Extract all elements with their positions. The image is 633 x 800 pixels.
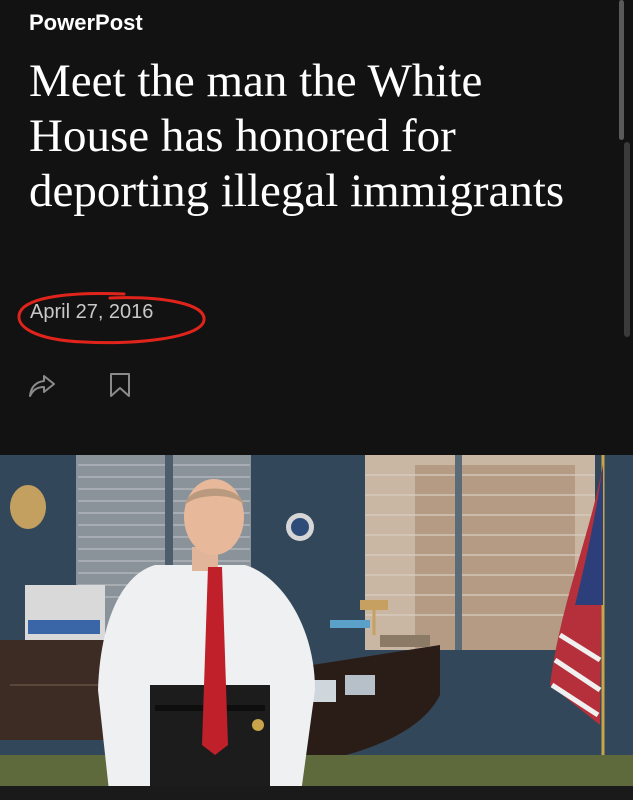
section-label[interactable]: PowerPost	[29, 10, 143, 36]
publish-date: April 27, 2016	[30, 301, 154, 323]
article-headline: Meet the man the White House has honored…	[29, 55, 565, 217]
bottom-bar	[0, 786, 633, 800]
article-photo	[0, 455, 633, 800]
bookmark-icon[interactable]	[108, 372, 132, 398]
date-annotation: April 27, 2016	[14, 286, 210, 348]
share-icon[interactable]	[27, 370, 57, 400]
scrollbar-thumb[interactable]	[624, 142, 630, 337]
scrollbar-track[interactable]	[619, 0, 624, 140]
